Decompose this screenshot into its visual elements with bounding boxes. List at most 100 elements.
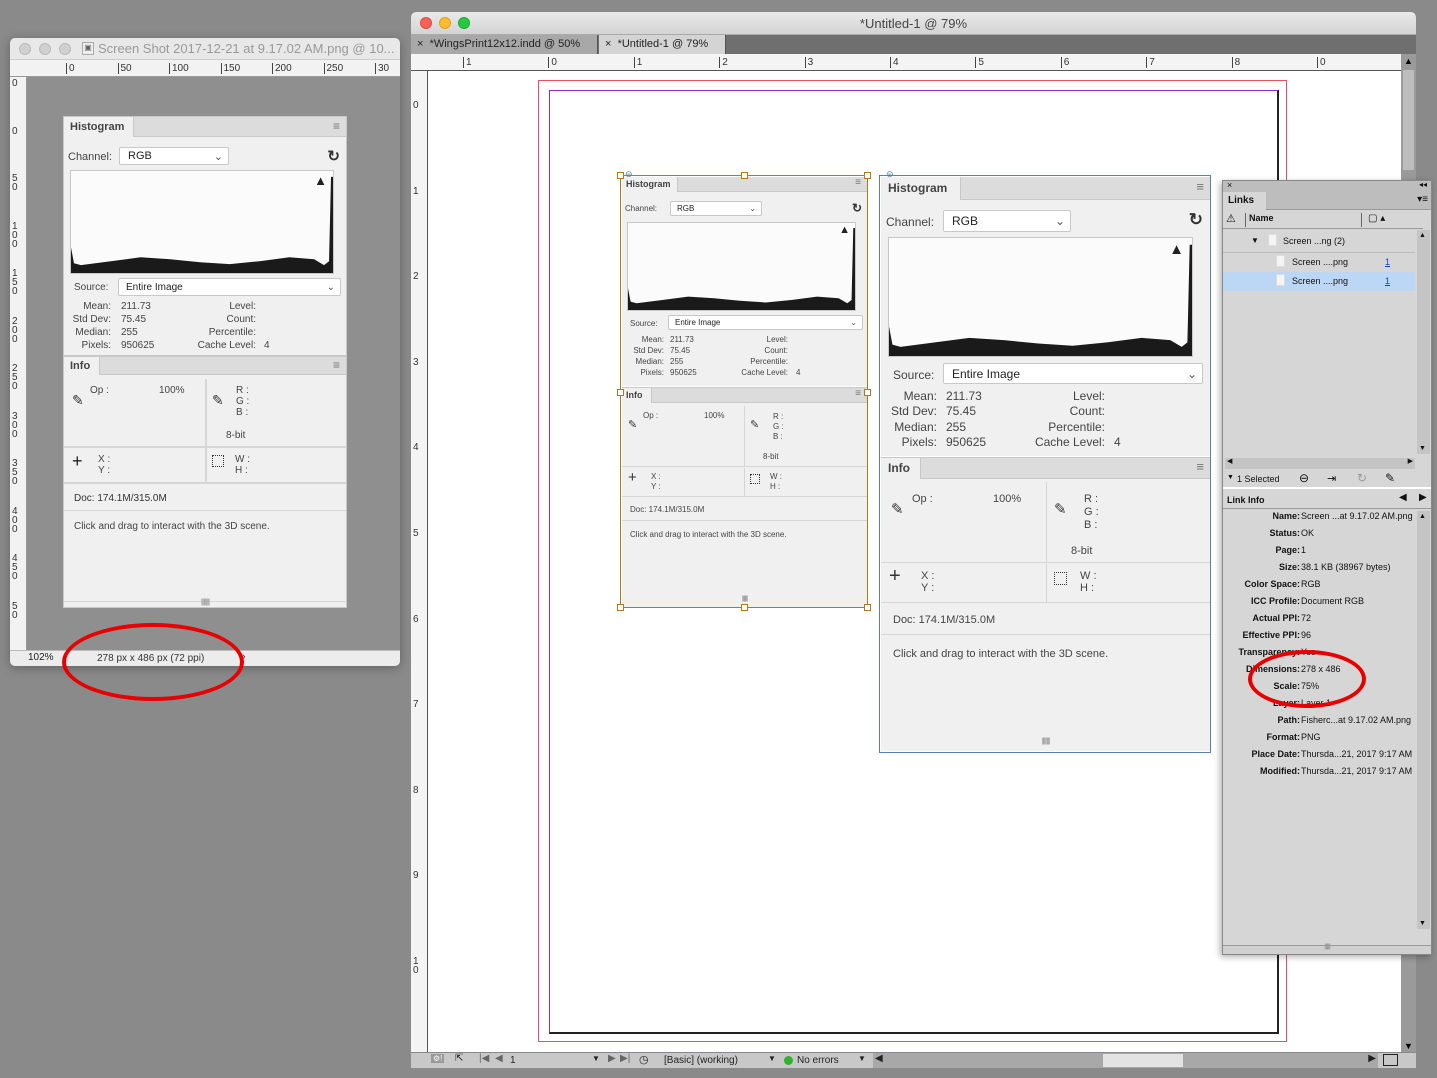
scroll-left-arrow[interactable]: ◀	[875, 1053, 883, 1064]
id-title-bar[interactable]: *Untitled-1 @ 79%	[411, 12, 1416, 35]
tab-label: *Untitled-1 @ 79%	[617, 38, 709, 50]
selection-handle[interactable]	[617, 604, 624, 611]
gear-icon[interactable]: ⚙!	[431, 1054, 445, 1063]
first-page-icon[interactable]: |◀	[479, 1053, 489, 1064]
selection-handle[interactable]	[864, 389, 871, 396]
next-link-icon[interactable]: ▶	[1419, 492, 1427, 503]
page-number-field[interactable]: 1	[510, 1055, 516, 1066]
crosshair-icon[interactable]: +	[72, 451, 83, 472]
scroll-up-arrow[interactable]: ▲	[1404, 56, 1413, 66]
link-page[interactable]: 1	[1385, 257, 1390, 267]
share-icon[interactable]: ⇱	[455, 1053, 463, 1064]
refresh-icon: ↻	[851, 201, 862, 215]
panel-menu-icon[interactable]: ▾≡	[1417, 194, 1428, 205]
scroll-right-arrow[interactable]: ▶	[1408, 457, 1413, 465]
selection-handle[interactable]	[741, 604, 748, 611]
ps-title-bar[interactable]: ▣ Screen Shot 2017-12-21 at 9.17.02 AM.p…	[10, 38, 400, 60]
name-column-header[interactable]: Name	[1245, 213, 1274, 227]
disclosure-triangle-icon[interactable]: ▼	[1251, 236, 1259, 245]
page-dropdown-icon[interactable]: ▼	[592, 1054, 600, 1063]
panel-menu-icon[interactable]: ≡	[333, 358, 340, 372]
channel-select[interactable]: RGB ⌄	[119, 147, 229, 165]
zoom-button[interactable]	[59, 43, 71, 55]
close-icon[interactable]: ×	[605, 38, 611, 50]
errors-dropdown-icon[interactable]: ▼	[858, 1054, 866, 1063]
source-select[interactable]: Entire Image ⌄	[118, 278, 341, 296]
scroll-down-arrow[interactable]: ▼	[1419, 920, 1426, 927]
horizontal-scrollbar[interactable]: ◀ ▶	[873, 1053, 1378, 1068]
edit-original-icon[interactable]: ✎	[1385, 471, 1395, 485]
selection-handle[interactable]	[741, 172, 748, 179]
profile-dropdown-icon[interactable]: ▼	[768, 1054, 776, 1063]
vertical-ruler[interactable]: 0 1 2 3 4 5 6 7 8 9 10	[411, 71, 428, 1054]
preflight-profile[interactable]: [Basic] (working)	[664, 1055, 738, 1066]
link-page[interactable]: 1	[1385, 276, 1390, 286]
panel-menu-icon[interactable]: ≡	[333, 119, 340, 133]
close-icon[interactable]: ×	[417, 38, 423, 50]
link-info-value: 96	[1301, 630, 1312, 640]
collapse-icon[interactable]: ◂◂	[1419, 180, 1427, 189]
scroll-thumb[interactable]	[1103, 1054, 1183, 1067]
eyedropper-icon[interactable]: ✎	[212, 392, 224, 409]
warning-icon[interactable]: ⚠	[1226, 212, 1236, 225]
panel-tab-bar: Histogram ≡	[622, 177, 867, 192]
vertical-ruler[interactable]: 0 0 50 100 150 200 250 300 350 400 450 50	[10, 77, 27, 650]
resize-grip: ||||||||||	[741, 596, 749, 602]
tab-info[interactable]: Info	[64, 357, 100, 375]
zoom-level[interactable]: 102%	[28, 652, 54, 663]
last-page-icon[interactable]: ▶|	[620, 1053, 630, 1064]
tab-untitled[interactable]: × *Untitled-1 @ 79%	[599, 35, 726, 54]
scroll-thumb[interactable]	[1403, 70, 1414, 170]
go-to-link-icon[interactable]: ⇥	[1327, 472, 1336, 485]
prev-page-icon[interactable]: ◀	[495, 1053, 503, 1064]
update-link-icon[interactable]: ↻	[1357, 471, 1367, 485]
minimize-button[interactable]	[39, 43, 51, 55]
info-scrollbar[interactable]: ▲ ▼	[1417, 511, 1430, 929]
scroll-down-arrow[interactable]: ▼	[1404, 1041, 1413, 1051]
tab-links[interactable]: Links	[1223, 192, 1266, 210]
tab-wingsprint[interactable]: × *WingsPrint12x12.indd @ 50%	[411, 35, 598, 54]
next-page-icon[interactable]: ▶	[608, 1053, 616, 1064]
page-column-icon[interactable]: ▢ ▴	[1361, 213, 1385, 227]
list-hscrollbar[interactable]: ◀ ▶	[1225, 458, 1415, 469]
link-icon[interactable]: ⊖	[886, 169, 894, 180]
tab-histogram[interactable]: Histogram	[64, 117, 134, 137]
eyedropper-icon[interactable]: ✎	[72, 392, 84, 409]
selection-handle[interactable]	[864, 604, 871, 611]
resize-grip[interactable]: ||||||||||	[201, 599, 210, 606]
panel-header[interactable]: × ◂◂	[1223, 180, 1431, 192]
toggle-info-icon[interactable]: ▼	[1227, 474, 1234, 481]
close-icon[interactable]: ×	[1227, 180, 1232, 190]
horizontal-ruler[interactable]: 101234567801	[411, 54, 1411, 71]
split-view-icon[interactable]	[1383, 1054, 1398, 1066]
horizontal-ruler[interactable]: 0 50 100 150 200 250 30	[10, 60, 400, 77]
list-item-selected[interactable]: Screen ....png 1	[1223, 272, 1415, 291]
list-item-group[interactable]: ▼ Screen ...ng (2)	[1223, 232, 1415, 251]
placed-image-frame[interactable]: Histogram ≡ Channel: RGB ⌄ ↻ ▲ Source: En…	[879, 169, 1211, 753]
resize-grip[interactable]: ||||||||||	[1223, 944, 1431, 954]
scroll-left-arrow[interactable]: ◀	[1227, 457, 1232, 465]
link-icon[interactable]: ⊖	[625, 169, 633, 180]
placed-image-frame-selected[interactable]: Histogram ≡ Channel: RGB ⌄ ↻ ▲ Source: En…	[617, 169, 871, 611]
selection-handle[interactable]	[864, 172, 871, 179]
scroll-up-arrow[interactable]: ▲	[1419, 513, 1426, 520]
close-button[interactable]	[19, 43, 31, 55]
refresh-icon[interactable]: ↻	[327, 147, 340, 165]
scroll-right-arrow[interactable]: ▶	[1368, 1053, 1376, 1064]
scroll-up-arrow[interactable]: ▲	[1419, 232, 1426, 239]
warning-icon[interactable]: ▲	[314, 173, 327, 188]
preflight-errors[interactable]: No errors	[797, 1055, 839, 1066]
warning-icon: ▲	[1169, 241, 1184, 258]
prev-link-icon[interactable]: ◀	[1399, 492, 1407, 503]
list-item[interactable]: Screen ....png 1	[1223, 252, 1415, 271]
selection-size-icon[interactable]	[212, 455, 224, 467]
selection-handle[interactable]	[617, 389, 624, 396]
column-header: ⚠ Name ▢ ▴	[1223, 210, 1423, 229]
link-info-key: Format:	[1266, 732, 1301, 742]
relink-icon[interactable]: ⊖	[1299, 471, 1309, 485]
scroll-down-arrow[interactable]: ▼	[1419, 445, 1426, 452]
clock-icon[interactable]: ◷	[639, 1053, 649, 1066]
link-info-value: 38.1 KB (38967 bytes)	[1301, 562, 1391, 572]
list-scrollbar[interactable]: ▲ ▼	[1417, 230, 1430, 454]
selection-handle[interactable]	[617, 172, 624, 179]
